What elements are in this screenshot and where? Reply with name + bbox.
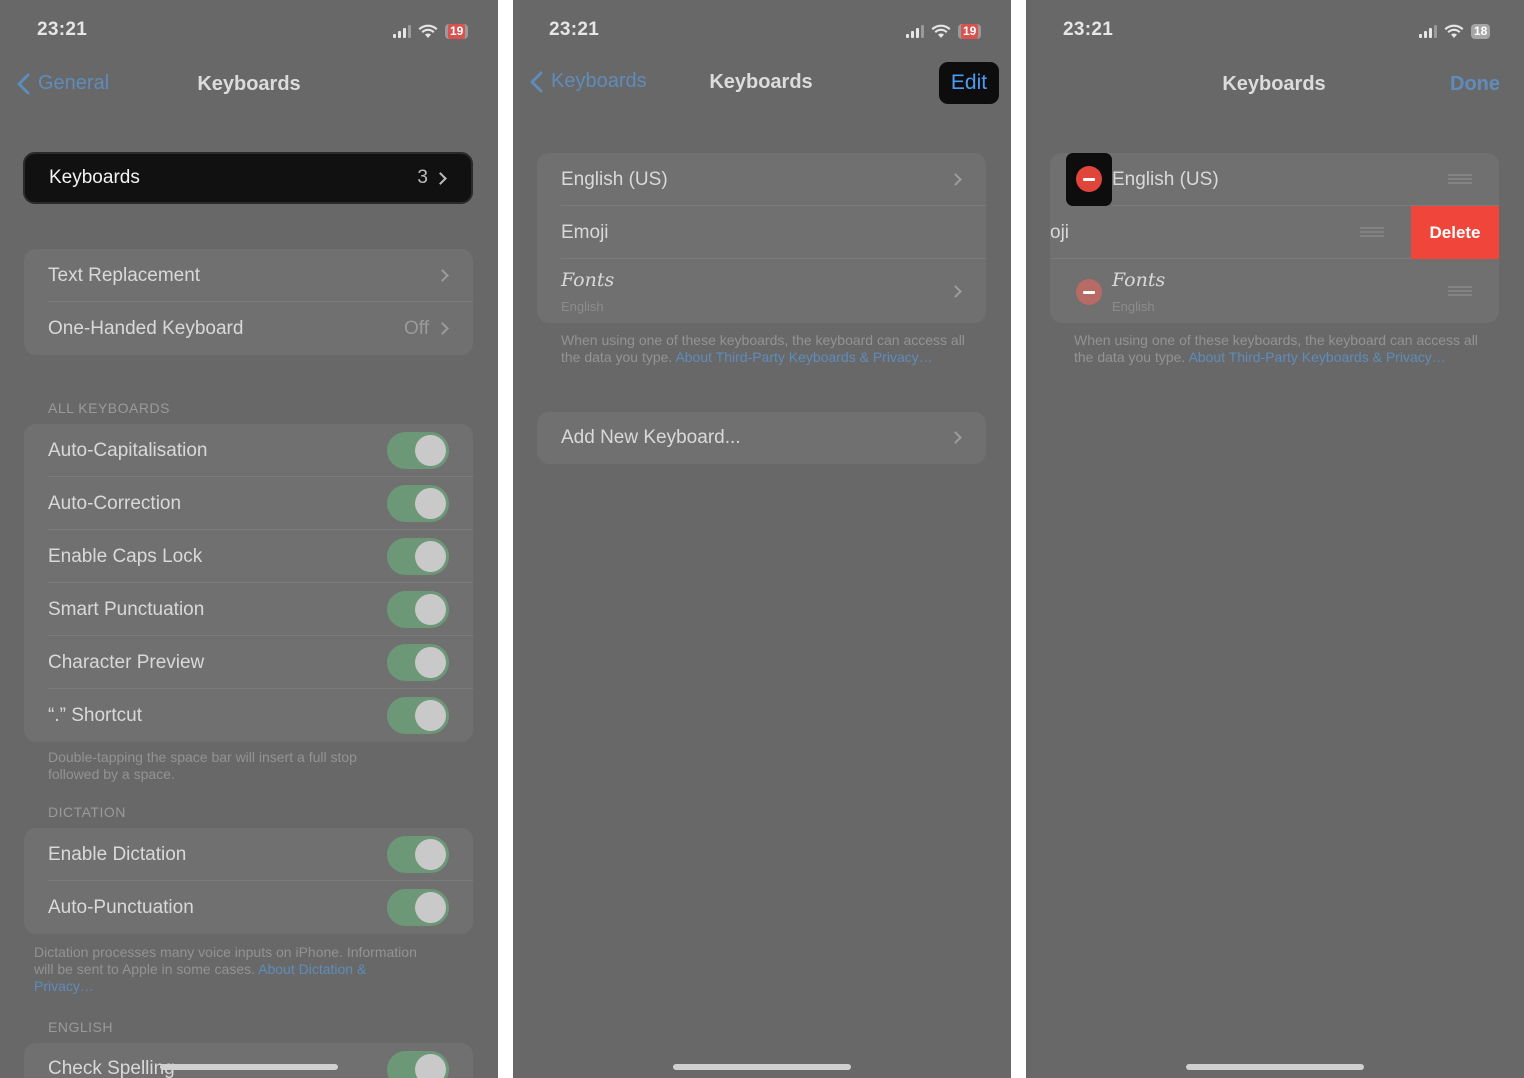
text-replacement-row[interactable]: Text Replacement: [24, 249, 473, 302]
auto-correction-toggle[interactable]: [387, 485, 449, 522]
back-label: Keyboards: [551, 70, 647, 92]
wifi-icon: [931, 24, 951, 38]
all-keyboards-group: Auto-Capitalisation Auto-Correction Enab…: [24, 424, 473, 742]
done-button[interactable]: Done: [1450, 73, 1500, 96]
page-title: Keyboards: [197, 73, 301, 95]
minus-circle-icon[interactable]: [1076, 279, 1102, 305]
one-handed-value: Off: [404, 317, 429, 339]
caps-lock-toggle[interactable]: [387, 538, 449, 575]
battery-icon: 19: [958, 23, 982, 39]
status-icons: 19: [393, 22, 469, 40]
toggle-row-character-preview: Character Preview: [24, 636, 473, 689]
home-indicator[interactable]: [673, 1064, 851, 1070]
chevron-right-icon: [949, 285, 962, 298]
keyboard-item-english: English (US): [1050, 153, 1499, 206]
toggle-row-enable-dictation: Enable Dictation: [24, 828, 473, 881]
settings-keyboards-screen: 23:21 19 General Keyboards Keyboards 3 T…: [0, 0, 498, 1078]
toggle-row-shortcut: “.” Shortcut: [24, 689, 473, 742]
back-button[interactable]: Keyboards: [529, 70, 647, 93]
dictation-footnote: Dictation processes many voice inputs on…: [34, 944, 417, 994]
status-time: 23:21: [37, 19, 88, 40]
battery-icon: 18: [1471, 23, 1491, 39]
one-handed-keyboard-row[interactable]: One-Handed Keyboard Off: [24, 302, 473, 355]
toggle-row-caps-lock: Enable Caps Lock: [24, 530, 473, 583]
add-new-keyboard-row[interactable]: Add New Keyboard...: [537, 412, 986, 464]
toggle-row-auto-correction: Auto-Correction: [24, 477, 473, 530]
status-time: 23:21: [549, 19, 600, 40]
cellular-signal-icon: [1419, 24, 1437, 38]
cellular-signal-icon: [393, 24, 411, 38]
wifi-icon: [1444, 24, 1464, 38]
english-header: ENGLISH: [48, 1019, 113, 1035]
add-keyboard-group: Add New Keyboard...: [537, 412, 986, 464]
all-keyboards-header: ALL KEYBOARDS: [48, 400, 170, 416]
smart-punctuation-toggle[interactable]: [387, 591, 449, 628]
toggle-row-auto-capitalisation: Auto-Capitalisation: [24, 424, 473, 477]
home-indicator[interactable]: [1186, 1064, 1364, 1070]
check-spelling-toggle[interactable]: [387, 1051, 449, 1078]
chevron-right-icon: [949, 173, 962, 186]
edit-button[interactable]: Edit: [939, 62, 999, 104]
keyboards-list-screen: 23:21 19 Keyboards Keyboards Edit Englis…: [513, 0, 1011, 1078]
toggle-row-check-spelling: Check Spelling: [24, 1043, 473, 1078]
status-icons: 18: [1419, 22, 1491, 40]
keyboards-row[interactable]: Keyboards 3: [23, 152, 473, 204]
keyboard-item-fonts: Fonts English: [1050, 259, 1499, 323]
third-party-privacy-link[interactable]: About Third-Party Keyboards & Privacy…: [1188, 349, 1445, 365]
reorder-handle-icon[interactable]: [1448, 286, 1472, 296]
toggle-row-smart-punctuation: Smart Punctuation: [24, 583, 473, 636]
reorder-handle-icon[interactable]: [1448, 174, 1472, 184]
keyboards-edit-list: English (US) oji Delete Fonts English: [1050, 153, 1499, 323]
chevron-right-icon: [434, 172, 447, 185]
home-indicator[interactable]: [160, 1064, 338, 1070]
battery-icon: 19: [445, 23, 469, 39]
character-preview-toggle[interactable]: [387, 644, 449, 681]
keyboards-list: English (US) Emoji Fonts English: [537, 153, 986, 323]
keyboard-item-english[interactable]: English (US): [537, 153, 986, 206]
dictation-header: DICTATION: [48, 804, 126, 820]
cellular-signal-icon: [906, 24, 924, 38]
delete-english-button[interactable]: [1066, 153, 1112, 206]
delete-button[interactable]: Delete: [1411, 206, 1499, 259]
keyboards-footnote: When using one of these keyboards, the k…: [561, 332, 965, 365]
chevron-right-icon: [436, 322, 449, 335]
shortcut-toggle[interactable]: [387, 697, 449, 734]
keyboards-edit-screen: 23:21 18 Keyboards Done English (US) oji…: [1026, 0, 1524, 1078]
wifi-icon: [418, 24, 438, 38]
chevron-right-icon: [949, 431, 962, 444]
status-icons: 19: [906, 22, 982, 40]
reorder-handle-icon[interactable]: [1360, 227, 1384, 237]
third-party-privacy-link[interactable]: About Third-Party Keyboards & Privacy…: [675, 349, 932, 365]
keyboard-item-emoji[interactable]: Emoji: [537, 206, 986, 259]
status-time: 23:21: [1063, 19, 1114, 40]
keyboard-item-emoji-swiped: oji Delete: [1050, 206, 1499, 259]
auto-capitalisation-toggle[interactable]: [387, 432, 449, 469]
keyboard-item-fonts[interactable]: Fonts English: [537, 259, 986, 323]
keyboards-count: 3: [417, 167, 428, 188]
chevron-right-icon: [436, 269, 449, 282]
keyboards-footnote: When using one of these keyboards, the k…: [1074, 332, 1478, 365]
dictation-group: Enable Dictation Auto-Punctuation: [24, 828, 473, 934]
enable-dictation-toggle[interactable]: [387, 836, 449, 873]
english-group: Check Spelling: [24, 1043, 473, 1078]
auto-punctuation-toggle[interactable]: [387, 889, 449, 926]
keyboards-row-label: Keyboards: [49, 167, 140, 188]
minus-circle-icon: [1076, 166, 1102, 192]
about-dictation-link[interactable]: About Dictation &: [258, 961, 366, 977]
keyboard-options-group: Text Replacement One-Handed Keyboard Off: [24, 249, 473, 355]
shortcut-footnote: Double-tapping the space bar will insert…: [48, 749, 357, 782]
page-title: Keyboards: [1222, 73, 1326, 95]
toggle-row-auto-punctuation: Auto-Punctuation: [24, 881, 473, 934]
about-dictation-link-cont[interactable]: Privacy…: [34, 978, 94, 994]
chevron-left-icon: [530, 71, 543, 92]
page-title: Keyboards: [709, 71, 813, 93]
